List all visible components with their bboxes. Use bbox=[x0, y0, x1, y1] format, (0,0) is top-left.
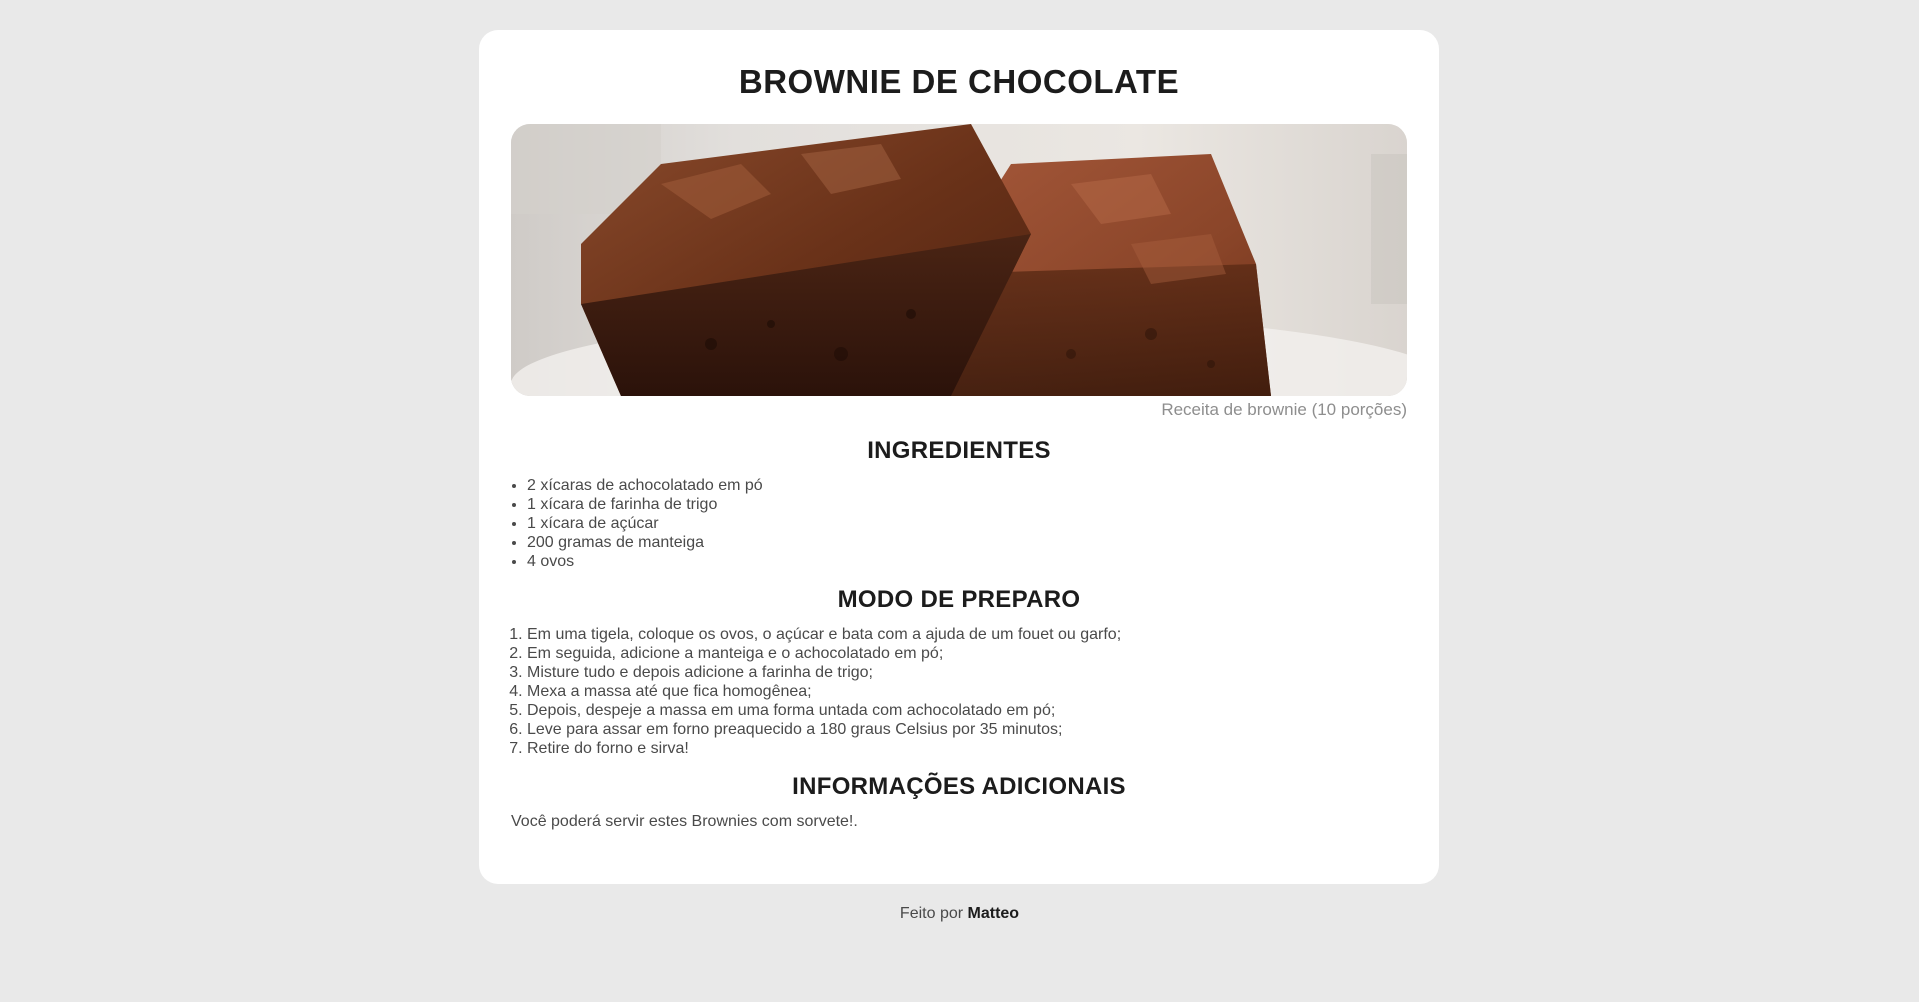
recipe-title: BROWNIE DE CHOCOLATE bbox=[738, 63, 1180, 100]
footer: Feito por Matteo bbox=[0, 904, 1919, 923]
ingredients-heading: INGREDIENTES bbox=[867, 437, 1051, 464]
footer-prefix: Feito por bbox=[899, 905, 964, 922]
ingredients-list: 2 xícaras de achocolatado em pó 1 xícara… bbox=[511, 476, 1407, 571]
ingredient-item: 1 xícara de açúcar bbox=[527, 514, 1407, 533]
step-item: Em uma tigela, coloque os ovos, o açúcar… bbox=[527, 625, 1407, 644]
ingredient-item: 4 ovos bbox=[527, 552, 1407, 571]
ingredient-item: 2 xícaras de achocolatado em pó bbox=[527, 476, 1407, 495]
image-caption: Receita de brownie (10 porções) bbox=[1161, 400, 1407, 419]
step-item: Em seguida, adicione a manteiga e o acho… bbox=[527, 644, 1407, 663]
recipe-card: BROWNIE DE CHOCOLATE Receita de brownie … bbox=[479, 30, 1439, 884]
footer-author: Matteo bbox=[967, 905, 1020, 922]
additional-info-text: Você poderá servir estes Brownies com so… bbox=[511, 813, 858, 830]
preparation-steps: Em uma tigela, coloque os ovos, o açúcar… bbox=[511, 625, 1407, 758]
step-item: Mexa a massa até que fica homogênea; bbox=[527, 682, 1407, 701]
brownie-image bbox=[511, 124, 1407, 396]
ingredient-item: 1 xícara de farinha de trigo bbox=[527, 495, 1407, 514]
step-item: Leve para assar em forno preaquecido a 1… bbox=[527, 720, 1407, 739]
step-item: Retire do forno e sirva! bbox=[527, 739, 1407, 758]
ingredient-item: 200 gramas de manteiga bbox=[527, 533, 1407, 552]
additional-info-heading: INFORMAÇÕES ADICIONAIS bbox=[792, 773, 1126, 800]
step-item: Depois, despeje a massa em uma forma unt… bbox=[527, 701, 1407, 720]
preparation-heading: MODO DE PREPARO bbox=[837, 586, 1081, 613]
step-item: Misture tudo e depois adicione a farinha… bbox=[527, 663, 1407, 682]
